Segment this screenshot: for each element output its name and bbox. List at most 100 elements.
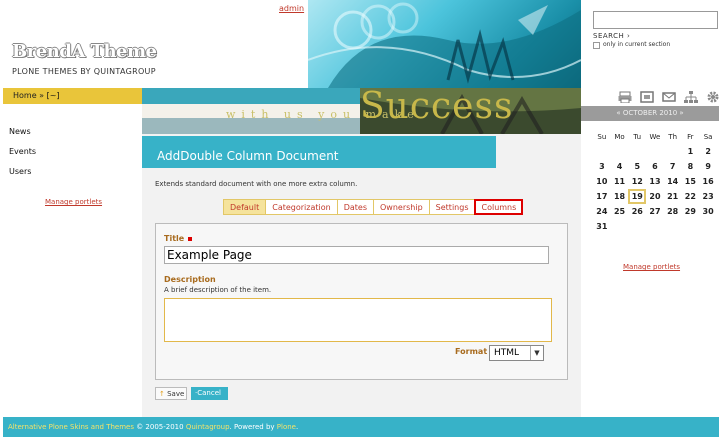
description-label: Description xyxy=(164,275,216,284)
current-section-checkbox[interactable] xyxy=(593,42,600,49)
nav-item-users[interactable]: Users xyxy=(9,162,36,182)
calendar-day[interactable]: 20 xyxy=(646,189,664,204)
calendar-empty-cell xyxy=(664,144,682,159)
format-label: Format xyxy=(455,347,488,356)
calendar-day[interactable]: 6 xyxy=(646,159,664,174)
calendar-day[interactable]: 7 xyxy=(664,159,682,174)
calendar-empty-cell xyxy=(611,219,629,234)
calendar-day[interactable]: 9 xyxy=(699,159,717,174)
title-label: Title xyxy=(164,234,185,243)
format-value: HTML xyxy=(494,348,520,358)
manage-portlets-right-link[interactable]: Manage portlets xyxy=(623,263,680,271)
footer-link-quintagroup[interactable]: Quintagroup xyxy=(186,423,230,431)
tab-columns[interactable]: Columns xyxy=(474,199,524,215)
site-tagline: PLONE THEMES BY QUINTAGROUP xyxy=(12,67,156,76)
calendar-empty-cell xyxy=(646,219,664,234)
toolbar-icons xyxy=(617,90,721,104)
banner-success-text: Success xyxy=(360,86,514,127)
tab-categorization[interactable]: Categorization xyxy=(266,200,338,214)
sitemap-icon[interactable] xyxy=(683,90,699,104)
calendar-weekday: We xyxy=(649,133,661,141)
save-button[interactable]: ↑ Save xyxy=(155,387,187,400)
header-banner-image xyxy=(308,0,581,88)
gear-icon[interactable] xyxy=(705,90,721,104)
footer-link-plone[interactable]: Plone xyxy=(277,423,296,431)
footer-end: . xyxy=(295,423,299,431)
calendar-week: 12 xyxy=(593,144,717,159)
calendar-day[interactable]: 11 xyxy=(611,174,629,189)
calendar-day[interactable]: 17 xyxy=(593,189,611,204)
search-input[interactable] xyxy=(593,11,718,29)
calendar-day[interactable]: 22 xyxy=(682,189,700,204)
calendar-day[interactable]: 27 xyxy=(646,204,664,219)
calendar-day[interactable]: 23 xyxy=(699,189,717,204)
search-button[interactable]: SEARCH › xyxy=(593,32,630,40)
edit-tabs: Default Categorization Dates Ownership S… xyxy=(223,199,524,215)
calendar-empty-cell xyxy=(628,219,646,234)
calendar-day[interactable]: 21 xyxy=(664,189,682,204)
title-input[interactable] xyxy=(164,246,549,264)
chevron-right-icon: › xyxy=(624,32,631,40)
calendar-day[interactable]: 26 xyxy=(628,204,646,219)
calendar-day[interactable]: 29 xyxy=(682,204,700,219)
breadcrumb-separator: » xyxy=(36,91,47,100)
calendar: Su Mo Tu We Th Fr Sa 1 2 3 4 5 6 7 8 9 10 11 12 13 14 15 16 17… xyxy=(593,130,717,234)
nav-item-news[interactable]: News xyxy=(9,122,36,142)
tab-ownership[interactable]: Ownership xyxy=(374,200,430,214)
manage-portlets-left-link[interactable]: Manage portlets xyxy=(45,198,102,206)
footer-link-skins[interactable]: Alternative Plone Skins and Themes xyxy=(8,423,134,431)
fullscreen-icon[interactable] xyxy=(639,90,655,104)
tab-default[interactable]: Default xyxy=(224,200,267,214)
document-description: Extends standard document with one more … xyxy=(155,180,358,188)
calendar-day[interactable]: 4 xyxy=(611,159,629,174)
calendar-day[interactable]: 28 xyxy=(664,204,682,219)
calendar-day[interactable]: 10 xyxy=(593,174,611,189)
current-section-label: only in current section xyxy=(603,41,671,48)
calendar-day[interactable]: 3 xyxy=(593,159,611,174)
calendar-day[interactable]: 12 xyxy=(628,174,646,189)
chevron-down-icon[interactable]: ▼ xyxy=(530,346,543,360)
calendar-day[interactable]: 8 xyxy=(682,159,700,174)
calendar-day[interactable]: 30 xyxy=(699,204,717,219)
nav-item-events[interactable]: Events xyxy=(9,142,36,162)
calendar-day[interactable]: 25 xyxy=(611,204,629,219)
cancel-label: Cancel xyxy=(197,389,221,397)
footer: Alternative Plone Skins and Themes © 200… xyxy=(3,417,719,437)
calendar-month-nav[interactable]: « OCTOBER 2010 » xyxy=(616,109,683,117)
email-icon[interactable] xyxy=(661,90,677,104)
cancel-button[interactable]: ·Cancel xyxy=(191,387,228,400)
calendar-day[interactable]: 5 xyxy=(628,159,646,174)
calendar-week: 24 25 26 27 28 29 30 xyxy=(593,204,717,219)
calendar-day[interactable]: 15 xyxy=(682,174,700,189)
calendar-weekday: Tu xyxy=(633,133,642,141)
admin-link[interactable]: admin xyxy=(279,4,304,13)
breadcrumb-home[interactable]: Home xyxy=(13,91,37,100)
calendar-empty-cell xyxy=(699,219,717,234)
calendar-weekday: Su xyxy=(597,133,607,141)
calendar-day[interactable]: 1 xyxy=(682,144,700,159)
calendar-weekday: Fr xyxy=(687,133,694,141)
calendar-header: « OCTOBER 2010 » xyxy=(581,106,719,121)
description-help: A brief description of the item. xyxy=(164,286,272,294)
calendar-empty-cell xyxy=(682,219,700,234)
calendar-day[interactable]: 16 xyxy=(699,174,717,189)
description-textarea[interactable] xyxy=(164,298,552,342)
calendar-week: 10 11 12 13 14 15 16 xyxy=(593,174,717,189)
calendar-weekday: Th xyxy=(668,133,678,141)
tab-settings[interactable]: Settings xyxy=(430,200,476,214)
required-marker-icon xyxy=(188,237,192,241)
search-label: SEARCH xyxy=(593,32,625,40)
calendar-day[interactable]: 24 xyxy=(593,204,611,219)
calendar-day[interactable]: 18 xyxy=(611,189,629,204)
calendar-day[interactable]: 31 xyxy=(593,219,611,234)
page: admin BrendA Theme PLONE THEMES BY QUINT… xyxy=(0,0,724,438)
print-icon[interactable] xyxy=(617,90,633,104)
tab-dates[interactable]: Dates xyxy=(338,200,374,214)
calendar-weekday: Mo xyxy=(614,133,625,141)
calendar-day[interactable]: 2 xyxy=(699,144,717,159)
footer-copyright: © 2005-2010 xyxy=(133,423,186,431)
calendar-day[interactable]: 19 xyxy=(628,189,647,204)
calendar-day[interactable]: 14 xyxy=(664,174,682,189)
calendar-day[interactable]: 13 xyxy=(646,174,664,189)
site-logo[interactable]: BrendA Theme xyxy=(12,41,182,65)
